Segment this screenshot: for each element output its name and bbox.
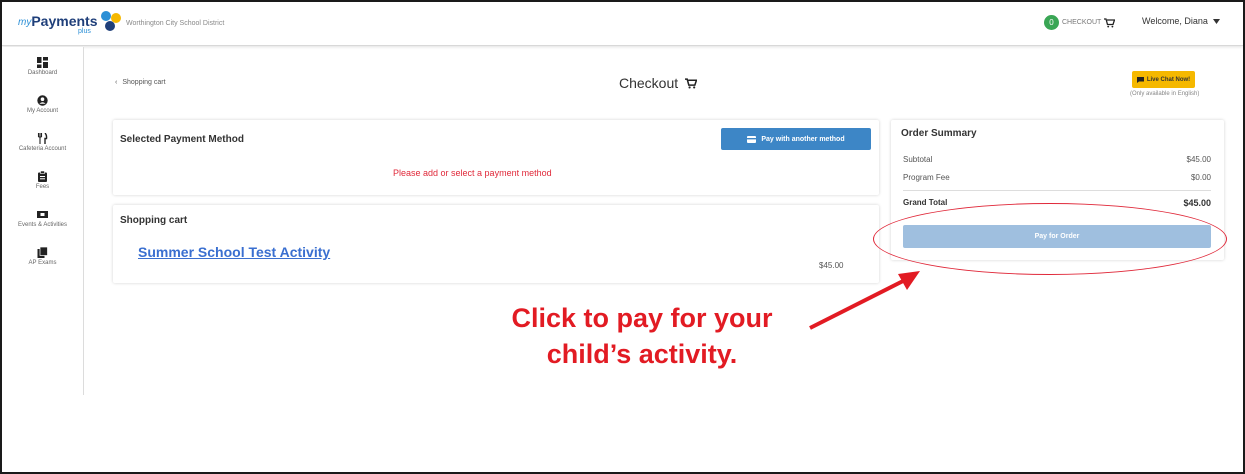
annotation-arrow: [809, 271, 920, 330]
annotation-text: Click to pay for your child’s activity.: [442, 300, 842, 372]
annotation-line-2: child’s activity.: [546, 339, 738, 369]
screenshot-frame: my Payments plus Worthington City School…: [0, 0, 1245, 474]
annotation-line-1: Click to pay for your: [511, 303, 773, 333]
